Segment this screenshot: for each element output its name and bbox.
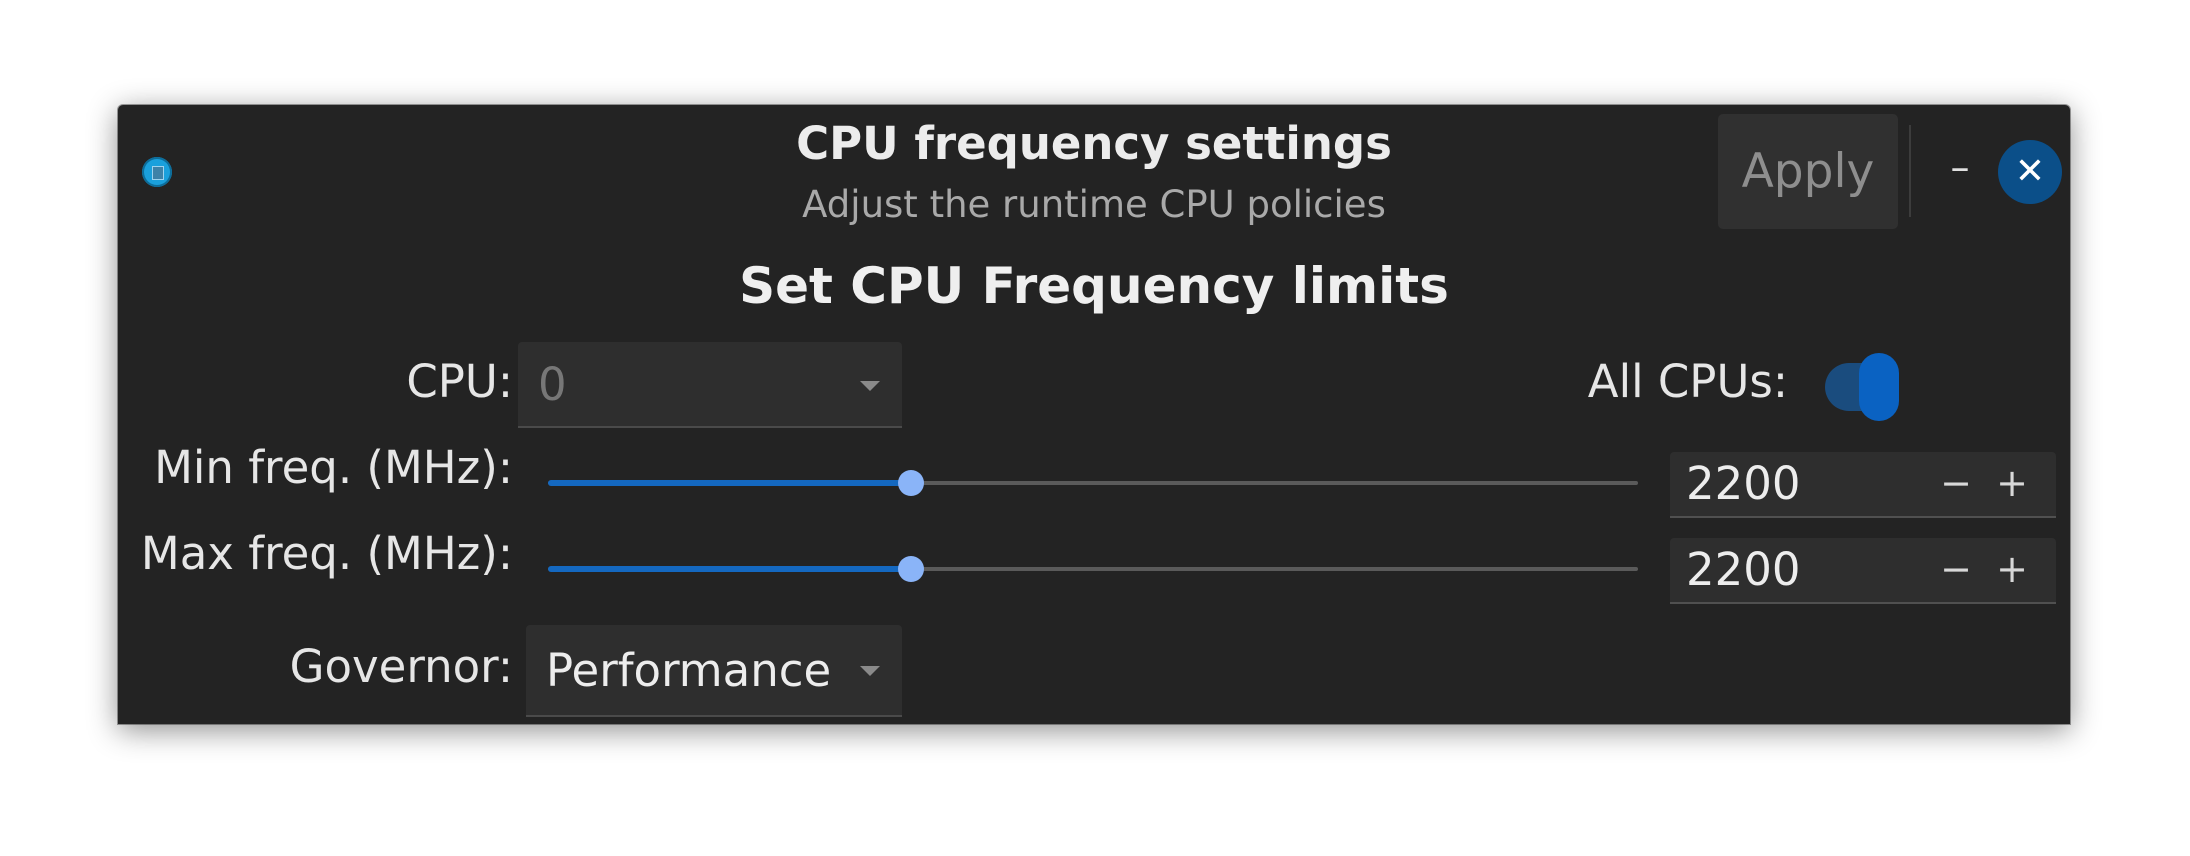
- slider-fill: [548, 480, 911, 486]
- apply-button[interactable]: Apply: [1718, 114, 1898, 229]
- governor-dropdown-value: Performance: [546, 644, 832, 697]
- section-title: Set CPU Frequency limits: [739, 257, 1449, 315]
- governor-dropdown[interactable]: Performance: [526, 625, 902, 717]
- max-freq-value[interactable]: 2200: [1686, 543, 1801, 596]
- close-icon: ✕: [2014, 151, 2046, 192]
- cpu-settings-window: CPU frequency settings Adjust the runtim…: [118, 105, 2070, 724]
- slider-handle[interactable]: [897, 556, 924, 582]
- min-freq-decrement-button[interactable]: −: [1936, 458, 1976, 508]
- cpu-dropdown[interactable]: 0: [518, 342, 902, 428]
- minimize-button[interactable]: –: [1940, 148, 1980, 190]
- max-freq-decrement-button[interactable]: −: [1936, 544, 1976, 594]
- cpu-dropdown-value: 0: [538, 358, 567, 411]
- slider-fill: [548, 566, 911, 572]
- cpu-label: CPU:: [406, 355, 513, 408]
- chevron-down-icon: [860, 381, 880, 391]
- max-freq-label: Max freq. (MHz):: [140, 527, 513, 580]
- min-freq-slider[interactable]: [548, 463, 1638, 503]
- close-button[interactable]: ✕: [1998, 140, 2062, 204]
- min-freq-value[interactable]: 2200: [1686, 457, 1801, 510]
- max-freq-spinbox[interactable]: 2200 − +: [1670, 538, 2056, 604]
- min-freq-label: Min freq. (MHz):: [154, 441, 513, 494]
- slider-handle[interactable]: [897, 470, 924, 496]
- min-freq-increment-button[interactable]: +: [1992, 458, 2032, 508]
- header-separator: [1909, 125, 1911, 217]
- all-cpus-toggle[interactable]: [1825, 353, 1901, 421]
- max-freq-slider[interactable]: [548, 549, 1638, 589]
- governor-label: Governor:: [289, 640, 513, 693]
- toggle-thumb: [1859, 353, 1899, 421]
- all-cpus-label: All CPUs:: [1587, 355, 1788, 408]
- max-freq-increment-button[interactable]: +: [1992, 544, 2032, 594]
- chevron-down-icon: [860, 666, 880, 676]
- min-freq-spinbox[interactable]: 2200 − +: [1670, 452, 2056, 518]
